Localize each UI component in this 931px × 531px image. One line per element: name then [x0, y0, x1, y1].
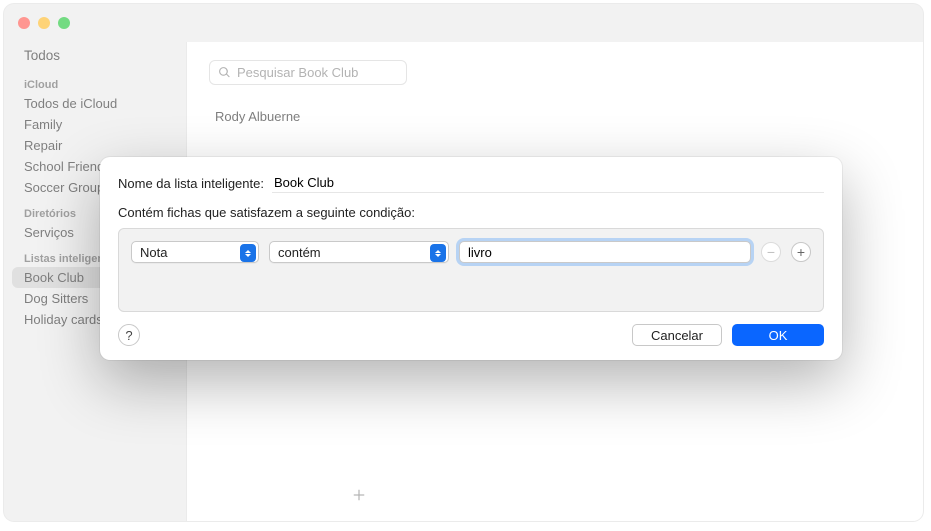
popup-arrows-icon	[240, 244, 256, 262]
add-contact-button[interactable]	[339, 481, 379, 509]
name-label: Nome da lista inteligente:	[118, 176, 264, 191]
smart-list-name-input[interactable]	[272, 173, 824, 193]
smart-list-edit-sheet: Nome da lista inteligente: Contém fichas…	[100, 157, 842, 360]
contacts-window: Todos iCloud Todos de iCloud Family Repa…	[4, 4, 923, 521]
rule-row: Nota contém − +	[131, 241, 811, 263]
remove-rule-button[interactable]: −	[761, 242, 781, 262]
close-window-button[interactable]	[18, 17, 30, 29]
cancel-button[interactable]: Cancelar	[632, 324, 722, 346]
rule-operator-popup[interactable]: contém	[269, 241, 449, 263]
sidebar-item-all[interactable]: Todos	[4, 46, 186, 69]
plus-icon	[350, 486, 368, 504]
ok-button[interactable]: OK	[732, 324, 824, 346]
traffic-lights	[18, 17, 70, 29]
help-button[interactable]: ?	[118, 324, 140, 346]
sidebar-item-family[interactable]: Family	[4, 114, 186, 135]
sidebar-section-icloud: iCloud	[4, 69, 186, 93]
zoom-window-button[interactable]	[58, 17, 70, 29]
rule-value-input[interactable]	[459, 241, 751, 263]
sidebar-item-icloud-all[interactable]: Todos de iCloud	[4, 93, 186, 114]
search-field[interactable]: Pesquisar Book Club	[209, 60, 407, 85]
search-icon	[218, 66, 231, 79]
minimize-window-button[interactable]	[38, 17, 50, 29]
popup-arrows-icon	[430, 244, 446, 262]
rules-container: Nota contém − +	[118, 228, 824, 312]
rule-field-value: Nota	[140, 245, 167, 260]
contact-row[interactable]: Rody Albuerne	[215, 109, 901, 124]
rule-operator-value: contém	[278, 245, 321, 260]
conditions-subtitle: Contém fichas que satisfazem a seguinte …	[118, 205, 824, 220]
search-placeholder: Pesquisar Book Club	[237, 65, 358, 80]
modal-footer: ? Cancelar OK	[118, 324, 824, 346]
add-rule-button[interactable]: +	[791, 242, 811, 262]
rule-field-popup[interactable]: Nota	[131, 241, 259, 263]
sidebar-item-repair[interactable]: Repair	[4, 135, 186, 156]
titlebar	[4, 4, 923, 42]
